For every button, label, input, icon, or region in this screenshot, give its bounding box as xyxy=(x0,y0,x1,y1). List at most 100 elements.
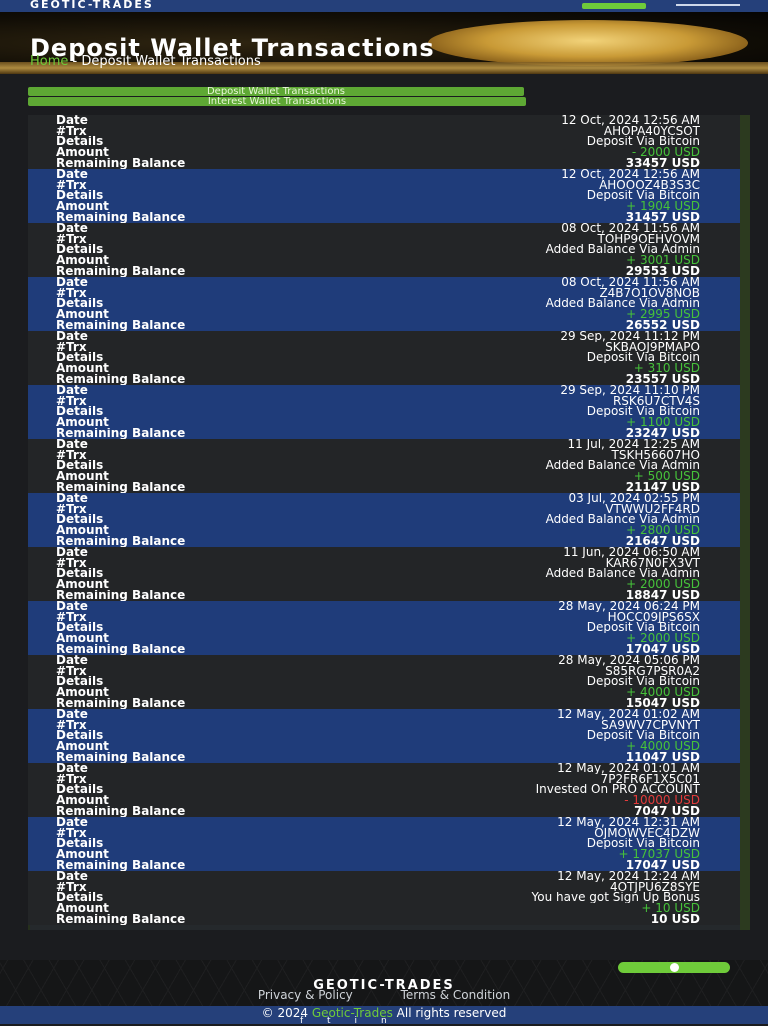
transaction-row: Date 12 May, 2024 01:02 AM #Trx SA9WV7CPVNY… xyxy=(28,709,740,763)
field-value: + 17037 USD xyxy=(618,849,701,861)
breadcrumb-home-link[interactable]: Home xyxy=(30,54,68,69)
field-label: Date xyxy=(56,331,88,342)
field-label: #Trx xyxy=(56,341,87,353)
transaction-field-balance: Remaining Balance 7047 USD xyxy=(28,806,740,817)
transaction-field-trx: #Trx S85RG7PSR0A2 xyxy=(28,666,740,677)
field-value: + 500 USD xyxy=(633,471,700,483)
transaction-field-amount: Amount + 4000 USD xyxy=(28,741,740,752)
field-value: Deposit Via Bitcoin xyxy=(586,190,700,202)
field-value: Added Balance Via Admin xyxy=(545,568,700,580)
transaction-field-trx: #Trx AHOOOZ4B3S3C xyxy=(28,180,740,191)
chat-button[interactable] xyxy=(618,962,730,973)
field-label: Date xyxy=(56,439,88,450)
field-value: 12 Oct, 2024 12:56 AM xyxy=(561,115,700,126)
field-label: Details xyxy=(56,514,104,526)
field-label: Date xyxy=(56,223,88,234)
transaction-field-details: Details Invested On PRO ACCOUNT xyxy=(28,784,740,795)
field-value: 23247 USD xyxy=(625,427,700,439)
field-value: 4OTJPU6Z8SYE xyxy=(610,881,700,893)
transaction-field-date: Date 08 Oct, 2024 11:56 AM xyxy=(28,223,740,234)
field-value: You have got Sign Up Bonus xyxy=(531,892,700,904)
field-label: Remaining Balance xyxy=(56,697,186,709)
field-value: SKBAOJ9PMAPO xyxy=(605,341,700,353)
transaction-field-balance: Remaining Balance 15047 USD xyxy=(28,698,740,709)
field-value: SA9WV7CPVNYT xyxy=(601,719,700,731)
field-value: 29 Sep, 2024 11:10 PM xyxy=(560,385,700,396)
field-label: #Trx xyxy=(56,449,87,461)
transaction-field-amount: Amount + 500 USD xyxy=(28,471,740,482)
field-value: + 1904 USD xyxy=(626,201,700,213)
field-label: Amount xyxy=(56,147,109,159)
field-label: Amount xyxy=(56,309,109,321)
field-label: Date xyxy=(56,655,88,666)
privacy-link[interactable]: Privacy & Policy xyxy=(258,988,353,1002)
field-label: Amount xyxy=(56,201,109,213)
transaction-field-trx: #Trx VTWWU2FF4RD xyxy=(28,504,740,515)
transaction-field-date: Date 12 May, 2024 12:31 AM xyxy=(28,817,740,828)
copyright-suffix: All rights reserved xyxy=(396,1006,507,1020)
transaction-field-amount: Amount + 2000 USD xyxy=(28,579,740,590)
field-value: Added Balance Via Admin xyxy=(545,514,700,526)
transaction-row: Date 12 May, 2024 12:31 AM #Trx OJMOWVEC4DZ… xyxy=(28,817,740,871)
user-button[interactable] xyxy=(582,3,646,9)
field-value: 17047 USD xyxy=(625,643,700,655)
transaction-row: Date 08 Oct, 2024 11:56 AM #Trx Z4B7O1OV8NO… xyxy=(28,277,740,331)
field-label: Details xyxy=(56,298,104,310)
tab-deposit-wallet[interactable]: Deposit Wallet Transactions xyxy=(28,87,524,96)
field-label: Amount xyxy=(56,903,109,915)
field-label: Amount xyxy=(56,795,109,807)
transaction-field-trx: #Trx SKBAOJ9PMAPO xyxy=(28,342,740,353)
footer-links: Privacy & Policy Terms & Condition xyxy=(0,988,768,1002)
field-value: TSKH56607HO xyxy=(611,449,700,461)
field-label: Amount xyxy=(56,471,109,483)
transaction-field-details: Details Added Balance Via Admin xyxy=(28,460,740,471)
transaction-field-details: Details Added Balance Via Admin xyxy=(28,244,740,255)
transaction-field-details: Details Deposit Via Bitcoin xyxy=(28,838,740,849)
field-label: Details xyxy=(56,352,104,364)
transaction-field-amount: Amount + 10 USD xyxy=(28,903,740,914)
field-value: + 10 USD xyxy=(641,903,700,915)
transaction-row: Date 08 Oct, 2024 11:56 AM #Trx TOHP9OEHVOV… xyxy=(28,223,740,277)
field-label: Amount xyxy=(56,417,109,429)
field-label: Details xyxy=(56,244,104,256)
field-label: Details xyxy=(56,838,104,850)
site-logo[interactable]: GEOTIC-TRADES xyxy=(30,0,154,11)
transaction-field-balance: Remaining Balance 10 USD xyxy=(28,914,740,925)
transaction-field-trx: #Trx OJMOWVEC4DZW xyxy=(28,828,740,839)
field-label: Details xyxy=(56,784,104,796)
transaction-row: Date 12 May, 2024 12:24 AM #Trx 4OTJPU6Z8SY… xyxy=(28,871,740,925)
field-label: Remaining Balance xyxy=(56,319,186,331)
facebook-icon[interactable]: f xyxy=(300,1016,327,1026)
menu-toggle-icon[interactable] xyxy=(676,4,740,6)
field-label: Details xyxy=(56,622,104,634)
field-label: Date xyxy=(56,277,88,288)
field-label: Remaining Balance xyxy=(56,805,186,817)
field-value: 33457 USD xyxy=(625,157,700,169)
twitter-icon[interactable]: t xyxy=(327,1016,355,1026)
transaction-field-date: Date 28 May, 2024 06:24 PM xyxy=(28,601,740,612)
transaction-field-details: Details Deposit Via Bitcoin xyxy=(28,136,740,147)
field-label: Details xyxy=(56,136,104,148)
bitcoin-coin-image xyxy=(428,20,748,66)
transaction-field-trx: #Trx TSKH56607HO xyxy=(28,450,740,461)
field-value: TOHP9OEHVOVM xyxy=(597,233,700,245)
field-label: Amount xyxy=(56,525,109,537)
transaction-field-trx: #Trx AHOPA40YCSOT xyxy=(28,126,740,137)
field-value: 11047 USD xyxy=(625,751,700,763)
field-value: 08 Oct, 2024 11:56 AM xyxy=(561,277,700,288)
tab-interest-wallet[interactable]: Interest Wallet Transactions xyxy=(28,97,526,106)
field-label: Remaining Balance xyxy=(56,535,186,547)
field-value: Deposit Via Bitcoin xyxy=(586,676,700,688)
field-label: #Trx xyxy=(56,395,87,407)
field-value: 23557 USD xyxy=(625,373,700,385)
field-label: Date xyxy=(56,817,88,828)
terms-link[interactable]: Terms & Condition xyxy=(401,988,511,1002)
linkedin-icon[interactable]: in xyxy=(355,1016,411,1026)
field-value: 31457 USD xyxy=(625,211,700,223)
field-value: 12 May, 2024 01:01 AM xyxy=(557,763,700,774)
transaction-field-trx: #Trx 7P2FR6F1X5C01 xyxy=(28,774,740,785)
field-value: + 4000 USD xyxy=(626,687,700,699)
transaction-field-amount: Amount + 2000 USD xyxy=(28,633,740,644)
field-label: Amount xyxy=(56,849,109,861)
chat-icon xyxy=(670,963,679,972)
